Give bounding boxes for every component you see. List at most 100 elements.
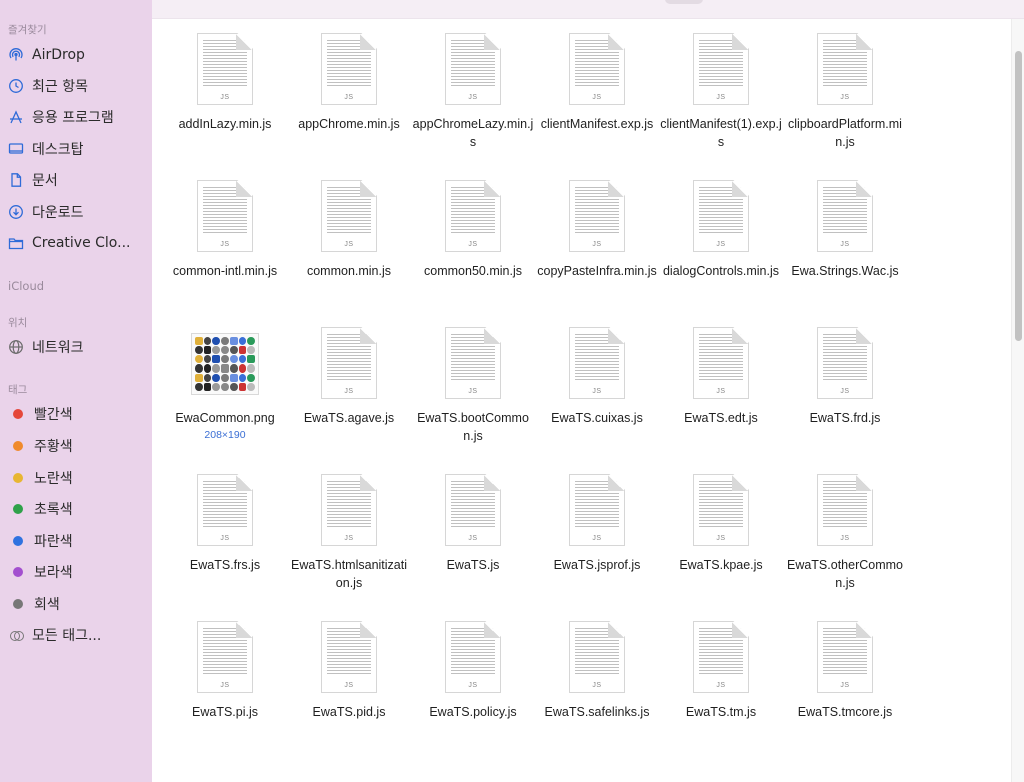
tag-color-dot	[13, 567, 23, 577]
scrollbar-thumb[interactable]	[1015, 51, 1022, 341]
clock-icon	[8, 78, 24, 94]
file-name: EwaTS.safelinks.js	[544, 705, 650, 719]
sidebar-item-network[interactable]: 네트워크	[8, 335, 84, 359]
file-name: EwaTS.pi.js	[192, 705, 258, 719]
file-name: EwaTS.htmlsanitization.js	[290, 558, 407, 590]
file-grid-area: JS addInLazy.min.js JS appChrome.min.js JS ap…	[152, 19, 1024, 782]
tag-orange[interactable]: 주황색	[8, 434, 73, 458]
tag-red[interactable]: 빨간색	[8, 402, 73, 426]
js-file-icon: JS	[693, 474, 749, 546]
tag-blue[interactable]: 파란색	[8, 529, 73, 553]
js-file-icon: JS	[817, 327, 873, 399]
sidebar-item-recents[interactable]: 최근 항목	[8, 74, 88, 98]
js-file-icon: JS	[445, 180, 501, 252]
icloud-header: iCloud	[8, 279, 45, 293]
file-name: EwaTS.jsprof.js	[553, 558, 641, 572]
js-file-icon: JS	[445, 474, 501, 546]
js-file-icon: JS	[817, 33, 873, 105]
file-name: EwaTS.tmcore.js	[797, 705, 893, 719]
file-name: clientManifest.exp.js	[540, 117, 654, 131]
tag-gray[interactable]: 회색	[8, 592, 60, 616]
toolbar-control[interactable]	[665, 0, 703, 4]
file-name: EwaCommon.png 208×190	[164, 409, 286, 442]
file-name: EwaTS.frs.js	[189, 558, 261, 572]
js-file-icon: JS	[569, 474, 625, 546]
js-file-icon: JS	[321, 327, 377, 399]
tag-color-dot	[13, 441, 23, 451]
file-name: EwaTS.edt.js	[684, 411, 758, 425]
file-name: EwaTS.pid.js	[312, 705, 386, 719]
sidebar-item-label: 다운로드	[32, 205, 84, 221]
tag-green[interactable]: 초록색	[8, 497, 73, 521]
tags-header: 태그	[8, 384, 28, 396]
sidebar: 즐겨찾기 AirDrop 최근 항목 응용 프로그램 데스크탑 문서 다운로드 …	[0, 0, 152, 782]
tag-label: 파란색	[34, 534, 73, 550]
js-file-icon: JS	[197, 621, 253, 693]
file-name: EwaTS.js	[446, 558, 500, 572]
sidebar-item-label: 네트워크	[32, 340, 84, 356]
applications-icon	[8, 109, 24, 125]
file-name: EwaTS.tm.js	[685, 705, 757, 719]
tag-yellow[interactable]: 노란색	[8, 466, 73, 490]
sidebar-item-airdrop[interactable]: AirDrop	[8, 43, 85, 67]
js-file-icon: JS	[693, 621, 749, 693]
desktop-icon	[8, 141, 24, 157]
tag-color-dot	[13, 599, 23, 609]
sidebar-item-applications[interactable]: 응용 프로그램	[8, 105, 114, 129]
js-file-icon: JS	[693, 180, 749, 252]
file-name: EwaTS.kpae.js	[679, 558, 763, 572]
tag-label: 초록색	[34, 502, 73, 518]
download-icon	[8, 204, 24, 220]
tag-label: 주황색	[34, 439, 73, 455]
all-tags-icon	[10, 630, 24, 641]
js-file-icon: JS	[445, 327, 501, 399]
js-file-icon: JS	[197, 33, 253, 105]
tag-purple[interactable]: 보라색	[8, 560, 73, 584]
tag-label: 빨간색	[34, 407, 73, 423]
js-file-icon: JS	[817, 621, 873, 693]
js-file-icon: JS	[569, 33, 625, 105]
network-icon	[8, 339, 24, 355]
js-file-icon: JS	[197, 474, 253, 546]
document-icon	[8, 172, 24, 188]
file-name: clipboardPlatform.min.js	[788, 117, 902, 149]
file-name: EwaTS.frd.js	[809, 411, 881, 425]
file-name: clientManifest(1).exp.js	[660, 117, 782, 149]
tag-all-tags[interactable]: 모든 태그...	[8, 623, 101, 647]
file-name: EwaTS.cuixas.js	[551, 411, 643, 425]
vertical-scrollbar[interactable]	[1011, 19, 1024, 782]
file-name: common.min.js	[306, 264, 392, 278]
file-name: EwaTS.otherCommon.js	[786, 558, 903, 590]
sidebar-item-label: Creative Clo...	[32, 235, 131, 251]
sidebar-item-creative-cloud[interactable]: Creative Clo...	[8, 231, 130, 255]
favorites-header: 즐겨찾기	[8, 24, 47, 36]
sidebar-item-label: 데스크탑	[32, 142, 84, 158]
tag-color-dot	[13, 536, 23, 546]
sidebar-item-label: 응용 프로그램	[32, 110, 114, 126]
js-file-icon: JS	[817, 180, 873, 252]
js-file-icon: JS	[569, 621, 625, 693]
sidebar-item-desktop[interactable]: 데스크탑	[8, 137, 84, 161]
file-name: EwaTS.bootCommon.js	[417, 411, 529, 443]
sidebar-item-downloads[interactable]: 다운로드	[8, 200, 84, 224]
sidebar-item-label: AirDrop	[32, 47, 85, 63]
file-name: appChrome.min.js	[298, 117, 400, 131]
file-name: EwaTS.agave.js	[303, 411, 395, 425]
sidebar-item-label: 문서	[32, 173, 58, 189]
file-name: dialogControls.min.js	[662, 264, 780, 278]
file-name: copyPasteInfra.min.js	[537, 264, 657, 278]
sidebar-item-documents[interactable]: 문서	[8, 168, 58, 192]
file-name: common50.min.js	[424, 264, 522, 278]
file-name: EwaTS.policy.js	[429, 705, 517, 719]
js-file-icon: JS	[693, 33, 749, 105]
image-thumbnail	[191, 327, 259, 399]
js-file-icon: JS	[197, 180, 253, 252]
tag-label: 회색	[34, 597, 60, 613]
image-dimensions: 208×190	[204, 429, 246, 441]
js-file-icon: JS	[445, 33, 501, 105]
js-file-icon: JS	[693, 327, 749, 399]
sidebar-item-label: 최근 항목	[32, 79, 88, 95]
js-file-icon: JS	[445, 621, 501, 693]
folder-icon	[8, 235, 24, 251]
js-file-icon: JS	[321, 180, 377, 252]
